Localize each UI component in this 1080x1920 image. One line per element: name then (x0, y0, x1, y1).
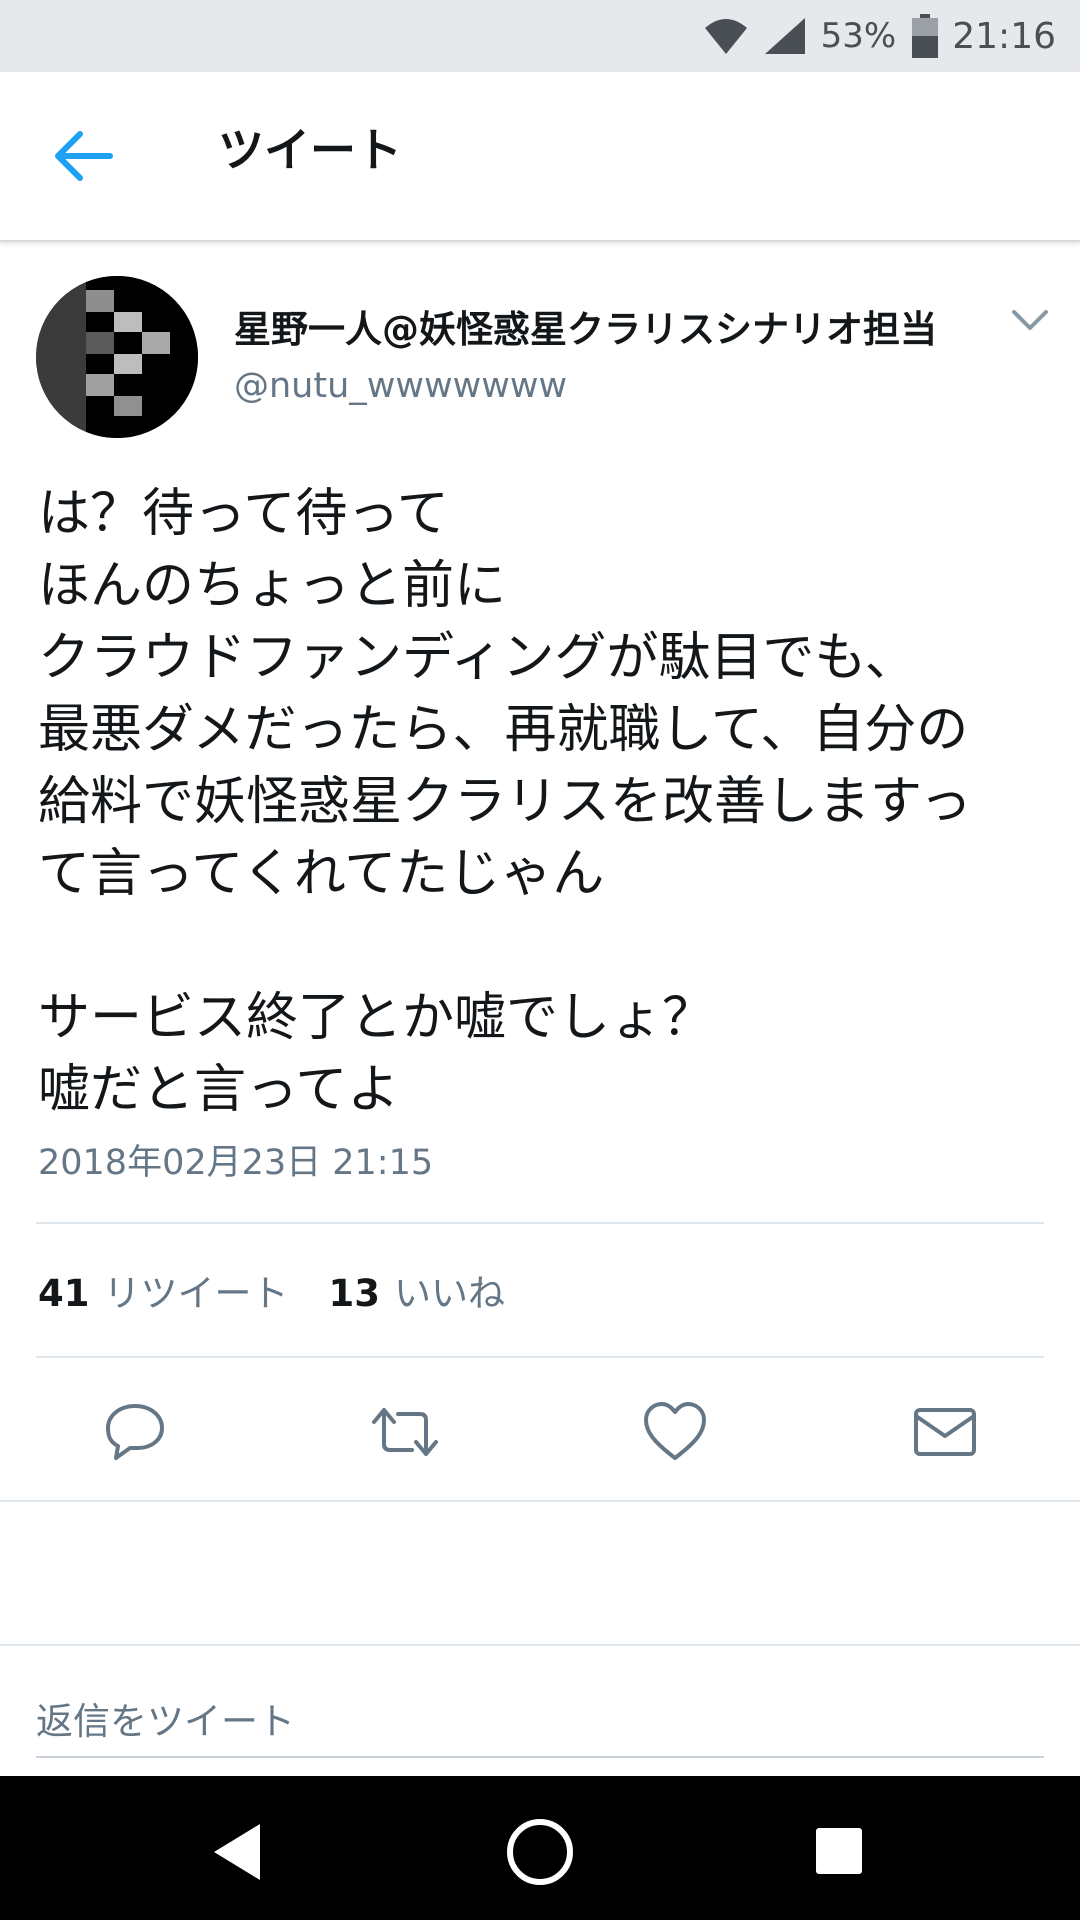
more-options-button[interactable] (1010, 306, 1050, 334)
back-button[interactable] (52, 130, 116, 182)
divider (36, 1222, 1044, 1224)
like-button[interactable] (640, 1400, 710, 1464)
heart-icon (644, 1402, 706, 1460)
triangle-back-icon (214, 1824, 260, 1880)
reply-icon (106, 1404, 164, 1460)
retweet-count: 41 (38, 1272, 90, 1315)
system-navigation-bar (0, 1776, 1080, 1920)
like-label: いいね (394, 1272, 505, 1315)
square-recents-icon (816, 1828, 862, 1874)
reply-input[interactable] (36, 1686, 1044, 1758)
author-name[interactable]: 星野一人@妖怪惑星クラリスシナリオ担当 (234, 304, 937, 356)
arrow-left-icon (55, 131, 113, 181)
mail-icon (914, 1408, 976, 1456)
reply-composer (0, 1644, 1080, 1778)
clock: 21:16 (952, 15, 1056, 57)
circle-home-icon (507, 1819, 573, 1885)
avatar[interactable] (36, 276, 198, 438)
nav-back-button[interactable] (200, 1812, 280, 1892)
divider (0, 1500, 1080, 1502)
nav-recents-button[interactable] (800, 1812, 880, 1892)
divider (36, 1356, 1044, 1358)
author-handle[interactable]: @nutu_wwwwwww (234, 362, 567, 410)
app-header: ツイート (0, 72, 1080, 242)
page-title: ツイート (218, 123, 402, 177)
retweet-icon (372, 1408, 438, 1456)
like-count: 13 (328, 1272, 381, 1315)
wifi-icon (703, 16, 749, 56)
like-stat[interactable]: 13 いいね (329, 1268, 506, 1320)
chevron-down-icon (1012, 310, 1048, 330)
tweet-timestamp: 2018年02月23日 21:15 (38, 1143, 434, 1183)
reply-button[interactable] (100, 1400, 170, 1464)
direct-message-button[interactable] (910, 1400, 980, 1464)
retweet-stat[interactable]: 41 リツイート (38, 1268, 289, 1320)
status-bar: 53% 21:16 (0, 0, 1080, 72)
action-bar (0, 1390, 1080, 1470)
retweet-button[interactable] (370, 1400, 440, 1464)
engagement-stats: 41 リツイート 13 いいね (38, 1268, 505, 1320)
battery-percentage: 53% (820, 16, 897, 56)
retweet-label: リツイート (103, 1272, 289, 1315)
nav-home-button[interactable] (500, 1812, 580, 1892)
tweet-text: は？待って待って ほんのちょっと前に クラウドファンディングが駄目でも、 最悪ダ… (38, 484, 972, 1120)
battery-icon (912, 14, 939, 58)
cell-signal-icon (763, 16, 807, 56)
